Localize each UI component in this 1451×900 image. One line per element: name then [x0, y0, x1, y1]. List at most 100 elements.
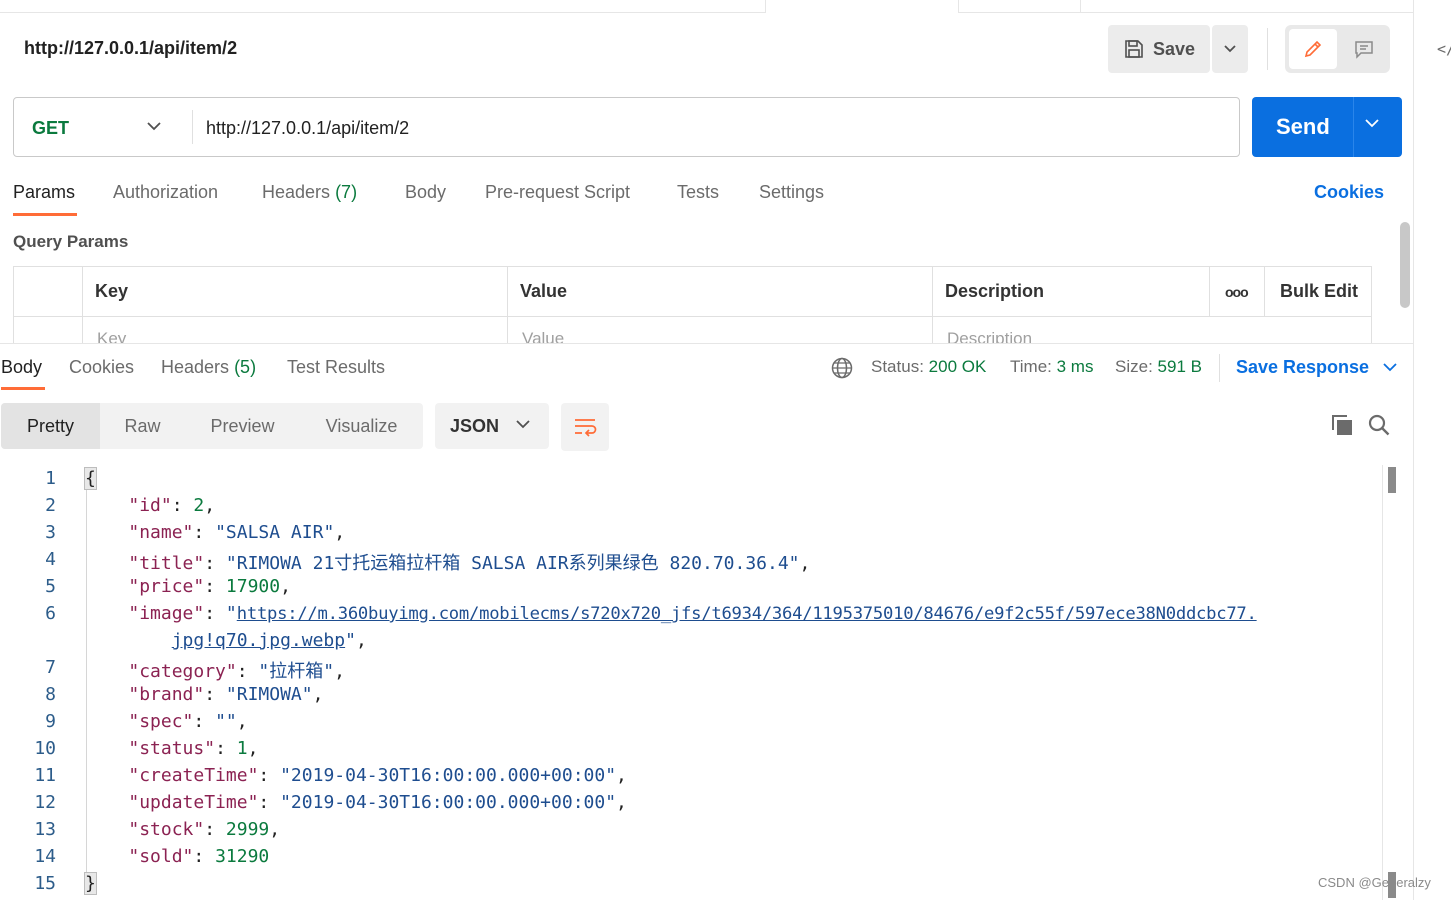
comma: ,	[247, 738, 259, 759]
json-field-sold: "sold": 31290	[128, 846, 270, 867]
comma: ,	[312, 684, 324, 705]
save-response-label: Save Response	[1236, 357, 1370, 377]
method-select[interactable]: GET	[32, 118, 69, 139]
view-raw[interactable]: Raw	[100, 403, 185, 449]
column-divider	[1264, 267, 1265, 317]
status-label: Status:	[871, 357, 924, 376]
json-value: 17900	[225, 576, 281, 597]
copy-icon[interactable]	[1330, 413, 1354, 437]
json-value: "拉杆箱"	[258, 661, 335, 682]
save-response-button[interactable]: Save Response	[1236, 357, 1398, 378]
image-url-link[interactable]: jpg!q70.jpg.webp	[172, 630, 345, 651]
tab-response-headers[interactable]: Headers (5)	[161, 357, 256, 378]
chevron-down-icon[interactable]	[146, 120, 162, 132]
tab-pre-request-script[interactable]: Pre-request Script	[485, 182, 630, 203]
code-snippet-icon[interactable]: </	[1437, 40, 1451, 58]
tab-label: Cookies	[69, 357, 135, 377]
tab-response-body[interactable]: Body	[1, 357, 42, 378]
column-divider	[1209, 267, 1210, 317]
tab-authorization[interactable]: Authorization	[113, 182, 218, 203]
status-value[interactable]: 200 OK	[929, 357, 987, 376]
tab-strip	[0, 0, 1414, 14]
json-field-category: "category": "拉杆箱",	[128, 661, 345, 682]
globe-icon[interactable]	[830, 356, 854, 380]
tab-body[interactable]: Body	[405, 182, 446, 203]
active-request-tab[interactable]	[766, 0, 958, 14]
tab-headers[interactable]: Headers (7)	[262, 182, 357, 203]
request-title[interactable]: http://127.0.0.1/api/item/2	[24, 38, 237, 59]
time-value[interactable]: 3 ms	[1057, 357, 1094, 376]
json-value: "RIMOWA 21寸托运箱拉杆箱 SALSA AIR系列果绿色 820.70.…	[225, 553, 800, 574]
tab-label: Headers	[262, 182, 331, 202]
wrap-lines-button[interactable]	[561, 403, 609, 451]
json-field-stock: "stock": 2999,	[128, 819, 281, 840]
view-visualize[interactable]: Visualize	[300, 403, 423, 449]
comma: ,	[269, 819, 281, 840]
json-key: "status"	[128, 738, 216, 759]
search-icon[interactable]	[1367, 413, 1391, 437]
url-divider	[192, 110, 193, 144]
json-field-createtime: "createTime": "2019-04-30T16:00:00.000+0…	[128, 765, 627, 786]
size-value[interactable]: 591 B	[1158, 357, 1202, 376]
query-params-heading: Query Params	[13, 232, 129, 251]
save-button[interactable]: Save	[1108, 25, 1210, 73]
comma: ,	[799, 553, 811, 574]
tab-settings[interactable]: Settings	[759, 182, 824, 203]
pane-splitter[interactable]	[0, 343, 1414, 344]
json-value: "2019-04-30T16:00:00.000+00:00"	[280, 765, 617, 786]
code-scrollbar-thumb[interactable]	[1388, 467, 1396, 493]
response-status: Status: 200 OK	[871, 357, 986, 377]
url-input[interactable]: http://127.0.0.1/api/item/2	[206, 118, 409, 139]
params-scrollbar[interactable]	[1400, 222, 1410, 308]
json-field-spec: "spec": "",	[128, 711, 248, 732]
more-options-icon[interactable]: ooo	[1225, 284, 1249, 300]
line-number: 13	[34, 819, 56, 840]
value-input[interactable]: Value	[522, 329, 564, 344]
json-key: "title"	[128, 553, 205, 574]
json-value: "RIMOWA"	[225, 684, 313, 705]
json-value: 2	[193, 495, 205, 516]
json-key: "createTime"	[128, 765, 259, 786]
comma: ,	[616, 792, 627, 813]
tab-params[interactable]: Params	[13, 182, 75, 203]
json-key: "spec"	[128, 711, 194, 732]
pencil-icon	[1304, 40, 1322, 58]
view-pretty[interactable]: Pretty	[1, 403, 100, 449]
chevron-down-icon[interactable]	[1364, 117, 1380, 129]
view-preview[interactable]: Preview	[185, 403, 300, 449]
send-button[interactable]: Send	[1252, 97, 1402, 157]
time-label: Time:	[1010, 357, 1052, 376]
json-key: "updateTime"	[128, 792, 259, 813]
json-key: "image"	[128, 603, 205, 624]
edit-mode-button[interactable]	[1289, 29, 1337, 69]
save-options-button[interactable]	[1212, 25, 1248, 73]
json-field-updatetime: "updateTime": "2019-04-30T16:00:00.000+0…	[128, 792, 627, 813]
comma: ,	[334, 661, 345, 682]
json-value: 2999	[225, 819, 270, 840]
json-field-brand: "brand": "RIMOWA",	[128, 684, 324, 705]
key-input[interactable]: Key	[97, 329, 126, 344]
code-line: }	[84, 872, 97, 895]
json-key: "price"	[128, 576, 205, 597]
tab-label: Authorization	[113, 182, 219, 202]
column-header-description: Description	[945, 281, 1045, 301]
response-body-viewer[interactable]: 1 2 3 4 5 6 7 8 9 10 11 12 13 14 15 { "i…	[0, 465, 1385, 900]
chevron-down-icon	[1224, 45, 1236, 53]
line-number: 9	[45, 711, 56, 732]
line-number: 11	[34, 765, 56, 786]
comments-button[interactable]	[1341, 29, 1386, 69]
comma: ,	[236, 711, 248, 732]
json-value: ""	[215, 711, 237, 732]
tab-label: Test Results	[287, 357, 386, 377]
cookies-link[interactable]: Cookies	[1314, 182, 1384, 203]
format-select[interactable]: JSON	[435, 403, 549, 449]
line-number: 2	[45, 495, 56, 516]
description-input[interactable]: Description	[947, 329, 1032, 344]
tab-tests[interactable]: Tests	[677, 182, 719, 203]
tab-response-cookies[interactable]: Cookies	[69, 357, 134, 378]
image-url-link[interactable]: https://m.360buyimg.com/mobilecms/s720x7…	[237, 604, 1257, 624]
tab-test-results[interactable]: Test Results	[287, 357, 385, 378]
bulk-edit-button[interactable]: Bulk Edit	[1280, 281, 1358, 302]
right-sidebar-divider	[1413, 0, 1414, 900]
url-bar: GET http://127.0.0.1/api/item/2	[13, 97, 1240, 157]
